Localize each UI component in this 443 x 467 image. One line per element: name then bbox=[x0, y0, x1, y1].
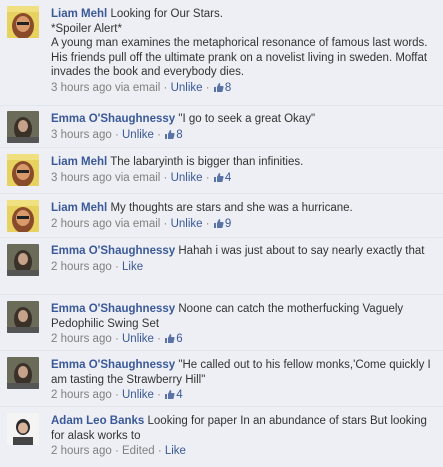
comment-author[interactable]: Liam Mehl bbox=[51, 8, 107, 20]
comment-time[interactable]: 3 hours ago bbox=[51, 82, 112, 94]
comment-meta: 2 hours ago · Edited · Like bbox=[51, 445, 186, 457]
comment-time[interactable]: 2 hours ago bbox=[51, 218, 112, 230]
like-count[interactable]: 6 bbox=[176, 333, 182, 345]
comment-meta: 3 hours ago via email · Unlike · 4 bbox=[51, 171, 437, 188]
comment-time[interactable]: 2 hours ago bbox=[51, 389, 112, 401]
thumbs-up-icon[interactable] bbox=[213, 172, 224, 188]
edited-label[interactable]: Edited bbox=[122, 445, 155, 457]
unlike-link[interactable]: Unlike bbox=[122, 333, 154, 345]
comment-meta: 3 hours ago via email · Unlike · 8 bbox=[51, 81, 437, 98]
comment-author[interactable]: Adam Leo Banks bbox=[51, 415, 144, 427]
comment-time[interactable]: 3 hours ago bbox=[51, 129, 112, 141]
comment-author[interactable]: Emma O'Shaughnessy bbox=[51, 303, 175, 315]
thumbs-up-icon[interactable] bbox=[164, 129, 175, 145]
comment: Liam Mehl My thoughts are stars and she … bbox=[0, 194, 443, 238]
comment: Emma O'Shaughnessy "I go to seek a great… bbox=[0, 106, 443, 148]
comment-via: via email bbox=[114, 217, 161, 230]
comment-text: The labaryinth is bigger than infinities… bbox=[110, 156, 304, 168]
comment-time[interactable]: 2 hours ago bbox=[51, 333, 112, 345]
comment: Emma O'Shaughnessy "He called out to his… bbox=[0, 351, 443, 407]
comment-via: via email bbox=[114, 81, 161, 94]
comment-meta: 2 hours ago · Like bbox=[51, 260, 144, 273]
like-link[interactable]: Like bbox=[122, 261, 143, 273]
comment: Liam Mehl Looking for Our Stars. *Spoile… bbox=[0, 0, 443, 106]
thumbs-up-icon[interactable] bbox=[164, 389, 175, 405]
adam-avatar[interactable] bbox=[7, 413, 39, 445]
like-count[interactable]: 4 bbox=[176, 389, 182, 401]
comment-meta: 2 hours ago via email · Unlike · 9 bbox=[51, 217, 437, 234]
comment-via: via email bbox=[114, 171, 161, 184]
liam-avatar[interactable] bbox=[7, 6, 39, 38]
comment-text: Looking for Our Stars. *Spoiler Alert* A… bbox=[51, 8, 428, 78]
comment-meta: 2 hours ago · Unlike · 4 bbox=[51, 388, 437, 405]
unlike-link[interactable]: Unlike bbox=[171, 82, 203, 94]
thumbs-up-icon[interactable] bbox=[213, 218, 224, 234]
comment: Emma O'Shaughnessy Noone can catch the m… bbox=[0, 295, 443, 351]
comment-time[interactable]: 2 hours ago bbox=[51, 261, 112, 273]
like-count[interactable]: 4 bbox=[225, 172, 231, 184]
comment-time[interactable]: 3 hours ago bbox=[51, 172, 112, 184]
emma-avatar[interactable] bbox=[7, 244, 39, 276]
unlike-link[interactable]: Unlike bbox=[122, 129, 154, 141]
like-count[interactable]: 8 bbox=[225, 82, 231, 94]
liam-avatar[interactable] bbox=[7, 154, 39, 186]
comment: Liam Mehl The labaryinth is bigger than … bbox=[0, 148, 443, 194]
comment-author[interactable]: Liam Mehl bbox=[51, 156, 107, 168]
liam-avatar[interactable] bbox=[7, 200, 39, 232]
thumbs-up-icon[interactable] bbox=[213, 82, 224, 98]
emma-avatar[interactable] bbox=[7, 301, 39, 333]
comment-meta: 2 hours ago · Unlike · 6 bbox=[51, 332, 437, 349]
thumbs-up-icon[interactable] bbox=[164, 333, 175, 349]
comment-text: My thoughts are stars and she was a hurr… bbox=[110, 202, 353, 214]
comment-meta: 3 hours ago · Unlike · 8 bbox=[51, 128, 437, 145]
comment-text: Hahah i was just about to say nearly exa… bbox=[178, 245, 425, 257]
comment-author[interactable]: Emma O'Shaughnessy bbox=[51, 113, 175, 125]
like-link[interactable]: Like bbox=[165, 445, 186, 457]
like-count[interactable]: 8 bbox=[176, 129, 182, 141]
comment-author[interactable]: Liam Mehl bbox=[51, 202, 107, 214]
like-count[interactable]: 9 bbox=[225, 218, 231, 230]
emma-avatar[interactable] bbox=[7, 111, 39, 143]
unlike-link[interactable]: Unlike bbox=[171, 172, 203, 184]
comment: Adam Leo Banks Looking for paper In an a… bbox=[0, 407, 443, 467]
comment-time[interactable]: 2 hours ago bbox=[51, 445, 112, 457]
unlike-link[interactable]: Unlike bbox=[122, 389, 154, 401]
comment-author[interactable]: Emma O'Shaughnessy bbox=[51, 245, 175, 257]
unlike-link[interactable]: Unlike bbox=[171, 218, 203, 230]
comment-author[interactable]: Emma O'Shaughnessy bbox=[51, 359, 175, 371]
comment-text: "I go to seek a great Okay" bbox=[178, 113, 316, 125]
comment: Emma O'Shaughnessy Hahah i was just abou… bbox=[0, 238, 443, 295]
emma-avatar[interactable] bbox=[7, 357, 39, 389]
